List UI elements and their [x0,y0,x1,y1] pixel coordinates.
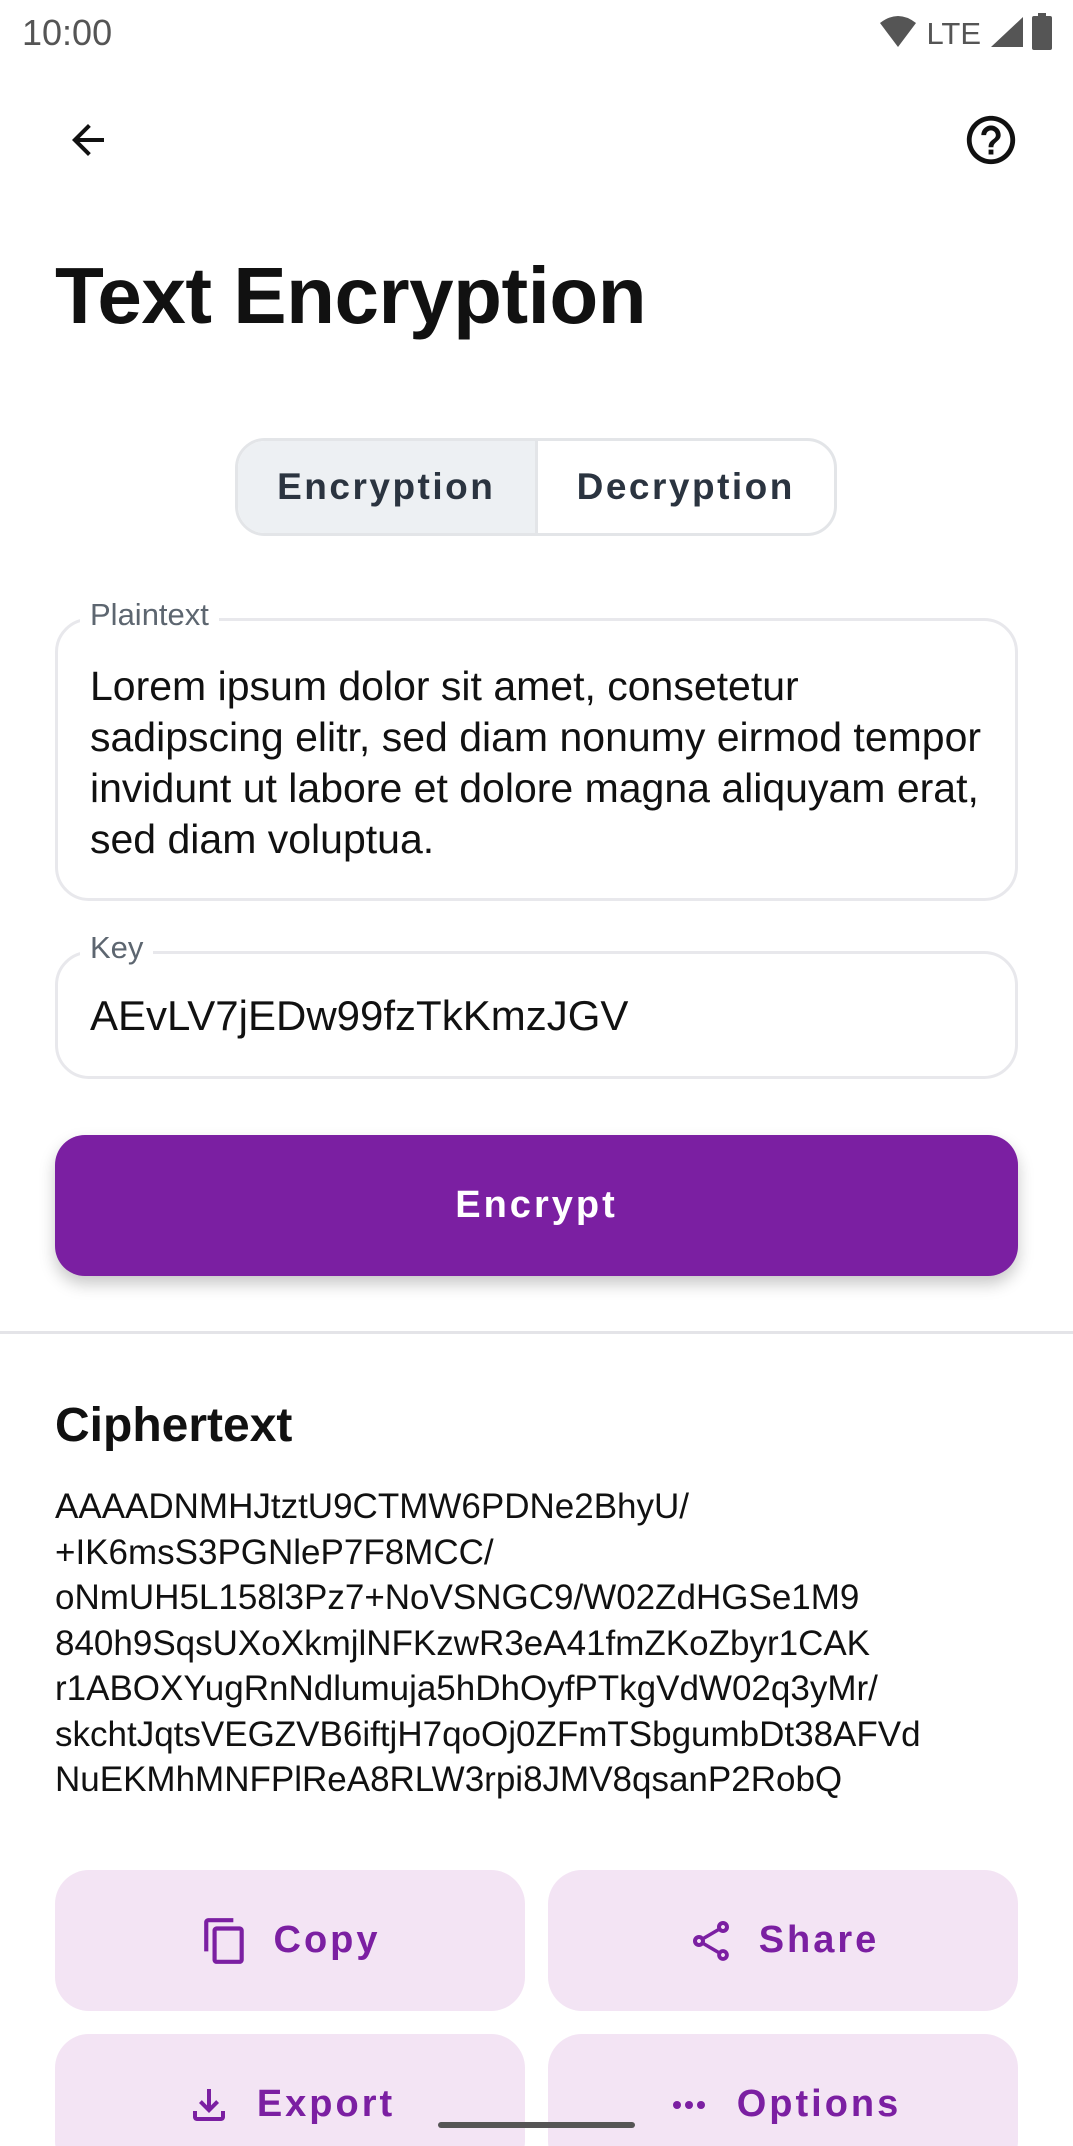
ciphertext-line: skchtJqtsVEGZVB6iftjH7qoOj0ZFmTSbgumbDt3… [55,1714,921,1754]
share-label: Share [758,1919,880,1961]
cell-signal-icon [989,15,1025,54]
home-indicator[interactable] [438,2122,635,2128]
copy-button[interactable]: Copy [55,1870,525,2011]
status-time: 10:00 [22,12,113,53]
ciphertext-line: r1ABOXYugRnNdlumuja5hDhOyfPTkgVdW02q3yMr… [55,1669,878,1708]
export-label: Export [256,2083,396,2125]
plaintext-input[interactable]: Lorem ipsum dolor sit amet, consetetur s… [90,661,985,865]
copy-icon [200,1916,250,1966]
ciphertext-line: 840h9SqsUXoXkmjlNFKzwR3eA41fmZKoZbyr1CAK [55,1623,871,1663]
plaintext-field[interactable]: Plaintext Lorem ipsum dolor sit amet, co… [55,597,1018,901]
tab-encryption[interactable]: Encryption [238,441,538,533]
ciphertext-output: AAAADNMHJtztU9CTMW6PDNe2BhyU/ +IK6msS3PG… [55,1484,1025,1803]
status-icons: LTE [878,12,1053,56]
tab-decryption[interactable]: Decryption [538,441,835,533]
ciphertext-line: +IK6msS3PGNleP7F8MCC/ [55,1532,494,1572]
arrow-back-icon [64,116,112,169]
share-button[interactable]: Share [548,1870,1018,2011]
export-button[interactable]: Export [55,2034,525,2146]
top-app-bar [0,100,1073,184]
network-type: LTE [926,16,981,51]
help-button[interactable] [949,100,1033,184]
more-horiz-icon [665,2081,713,2129]
battery-icon [1031,12,1053,56]
download-icon [185,2081,233,2129]
ciphertext-heading: Ciphertext [55,1399,293,1452]
section-divider [0,1331,1073,1334]
encrypt-button[interactable]: Encrypt [55,1135,1018,1276]
help-circle-icon [962,111,1020,174]
ciphertext-line: AAAADNMHJtztU9CTMW6PDNe2BhyU/ [55,1487,689,1526]
mode-selector: Encryption Decryption [235,438,837,536]
options-label: Options [736,2083,902,2125]
ciphertext-line: NuEKMhMNFPlReA8RLW3rpi8JMV8qsanP2RobQ [55,1760,843,1799]
share-icon [687,1917,735,1965]
page-title: Text Encryption [55,251,647,340]
status-bar: 10:00 LTE [0,0,1073,66]
key-input[interactable]: AEvLV7jEDw99fzTkKmzJGV [90,992,628,1040]
key-label: Key [80,930,154,966]
ciphertext-line: oNmUH5L158l3Pz7+NoVSNGC9/W02ZdHGSe1M9 [55,1578,860,1617]
key-field[interactable]: Key AEvLV7jEDw99fzTkKmzJGV [55,930,1018,1079]
plaintext-label: Plaintext [80,597,219,633]
wifi-icon [878,15,918,54]
options-button[interactable]: Options [548,2034,1018,2146]
copy-label: Copy [273,1919,381,1961]
back-button[interactable] [46,100,130,184]
